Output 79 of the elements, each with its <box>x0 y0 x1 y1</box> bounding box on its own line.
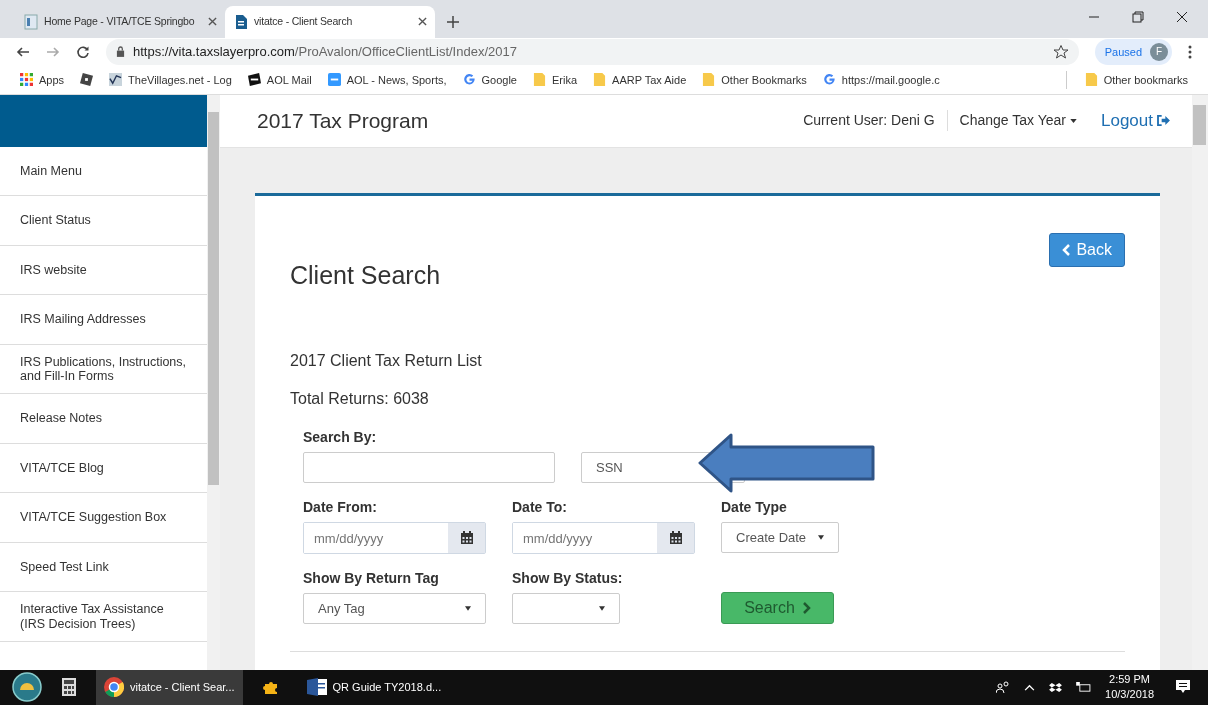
avatar: F <box>1150 42 1168 61</box>
bookmark-link[interactable]: https://mail.google.c <box>818 71 944 89</box>
document-icon <box>306 678 327 697</box>
bookmark-icon <box>702 73 716 87</box>
select-dropdown[interactable]: Create Date <box>721 522 839 554</box>
logout-icon <box>1157 115 1170 127</box>
browser-tab[interactable]: Home Page - VITA/TCE Springbo <box>15 5 225 38</box>
scrollbar-thumb[interactable] <box>1193 104 1206 145</box>
caret-icon <box>1070 118 1077 123</box>
dropbox-icon[interactable] <box>1049 682 1063 693</box>
browser-tab[interactable]: vitatce - Client Search <box>225 5 435 38</box>
section-heading: Client Search <box>290 259 441 291</box>
chart-icon <box>109 73 123 87</box>
caret-icon <box>818 535 824 541</box>
url-text: https://vita.taxslayerpro.com/ProAvalon/OfficeClientList/Index/2017 <box>133 43 518 62</box>
bookmark-link[interactable]: Erika <box>529 71 582 89</box>
field-label: Show By Return Tag <box>303 569 440 589</box>
chrome-icon <box>104 677 124 698</box>
bookmark-link[interactable]: Other bookmarks <box>1080 71 1192 89</box>
start-button[interactable] <box>12 672 42 703</box>
date-input[interactable]: mm/dd/yyyy <box>512 522 695 555</box>
total-returns-text: Total Returns: 6038 <box>290 389 430 410</box>
logout-link[interactable]: Logout <box>1089 108 1170 134</box>
notification-icon[interactable] <box>1176 680 1190 695</box>
apps-icon <box>20 73 33 87</box>
calendar-icon[interactable] <box>668 531 683 546</box>
date-input[interactable]: mm/dd/yyyy <box>303 522 486 555</box>
page-title: 2017 Tax Program <box>257 108 429 135</box>
back-arrow-icon[interactable] <box>16 44 30 59</box>
field-label: Date From: <box>303 498 378 518</box>
bookmark-link[interactable]: AARP Tax Aide <box>589 71 691 89</box>
address-bar[interactable]: https://vita.taxslayerpro.com/ProAvalon/OfficeClientList/Index/2017 <box>106 38 1079 65</box>
change-tax-year-dropdown[interactable]: Change Tax Year <box>947 110 1089 132</box>
square-logo-icon <box>327 73 341 87</box>
field-label: Show By Status: <box>512 569 624 589</box>
people-icon[interactable] <box>996 681 1011 694</box>
new-tab-icon[interactable] <box>447 15 459 28</box>
bookmark-link[interactable]: Other Bookmarks <box>698 71 811 89</box>
caret-icon <box>465 606 471 612</box>
bookmark-icon <box>533 73 546 87</box>
bookmark-icon <box>593 73 607 87</box>
taskbar-app[interactable]: vitatce - Client Sear... <box>96 670 243 705</box>
scrollbar-thumb[interactable] <box>208 111 219 485</box>
chevron-left-icon <box>1062 243 1071 256</box>
chevron-up-icon[interactable] <box>1024 684 1036 691</box>
list-title: 2017 Client Tax Return List <box>290 351 483 372</box>
close-icon[interactable] <box>208 17 217 27</box>
google-icon <box>462 73 476 87</box>
bookmark-link[interactable]: Google <box>458 71 521 89</box>
field-label: Date Type <box>721 498 788 518</box>
star-icon[interactable] <box>1052 43 1069 60</box>
close-icon[interactable] <box>418 17 427 27</box>
select-dropdown[interactable]: Any Tag <box>303 593 486 625</box>
bookmark-link[interactable]: Apps <box>16 71 69 89</box>
clock[interactable]: 2:59 PM 10/3/2018 <box>1105 671 1154 704</box>
close-icon[interactable] <box>1176 11 1188 23</box>
calculator-icon <box>62 678 76 697</box>
field-label: Search By: <box>303 428 378 448</box>
current-user-text: Current User: Deni G <box>791 110 948 132</box>
profile-button[interactable]: Paused F <box>1094 38 1172 65</box>
bookmark-link[interactable]: TheVillages.net - Log <box>105 71 236 89</box>
taskbar-app[interactable]: QR Guide TY2018.d... <box>298 670 450 705</box>
chevron-right-icon <box>802 602 811 615</box>
google-icon <box>822 73 836 87</box>
page-icon <box>233 13 249 30</box>
bookmark-icon <box>1084 73 1098 87</box>
page-icon <box>23 13 39 30</box>
bookmark-link[interactable]: AOL Mail <box>243 71 316 89</box>
menu-icon[interactable] <box>1188 44 1192 59</box>
restore-icon[interactable] <box>1132 11 1144 23</box>
search-input[interactable] <box>303 452 555 484</box>
bookmark-link[interactable]: AOL - News, Sports, <box>323 71 451 89</box>
reload-icon[interactable] <box>76 44 90 59</box>
calendar-icon[interactable] <box>459 531 474 546</box>
lock-icon <box>116 46 125 58</box>
caret-icon <box>599 606 605 612</box>
battery-icon[interactable] <box>1076 682 1092 693</box>
field-label: Date To: <box>512 498 568 518</box>
puzzle-piece-icon <box>262 679 279 696</box>
